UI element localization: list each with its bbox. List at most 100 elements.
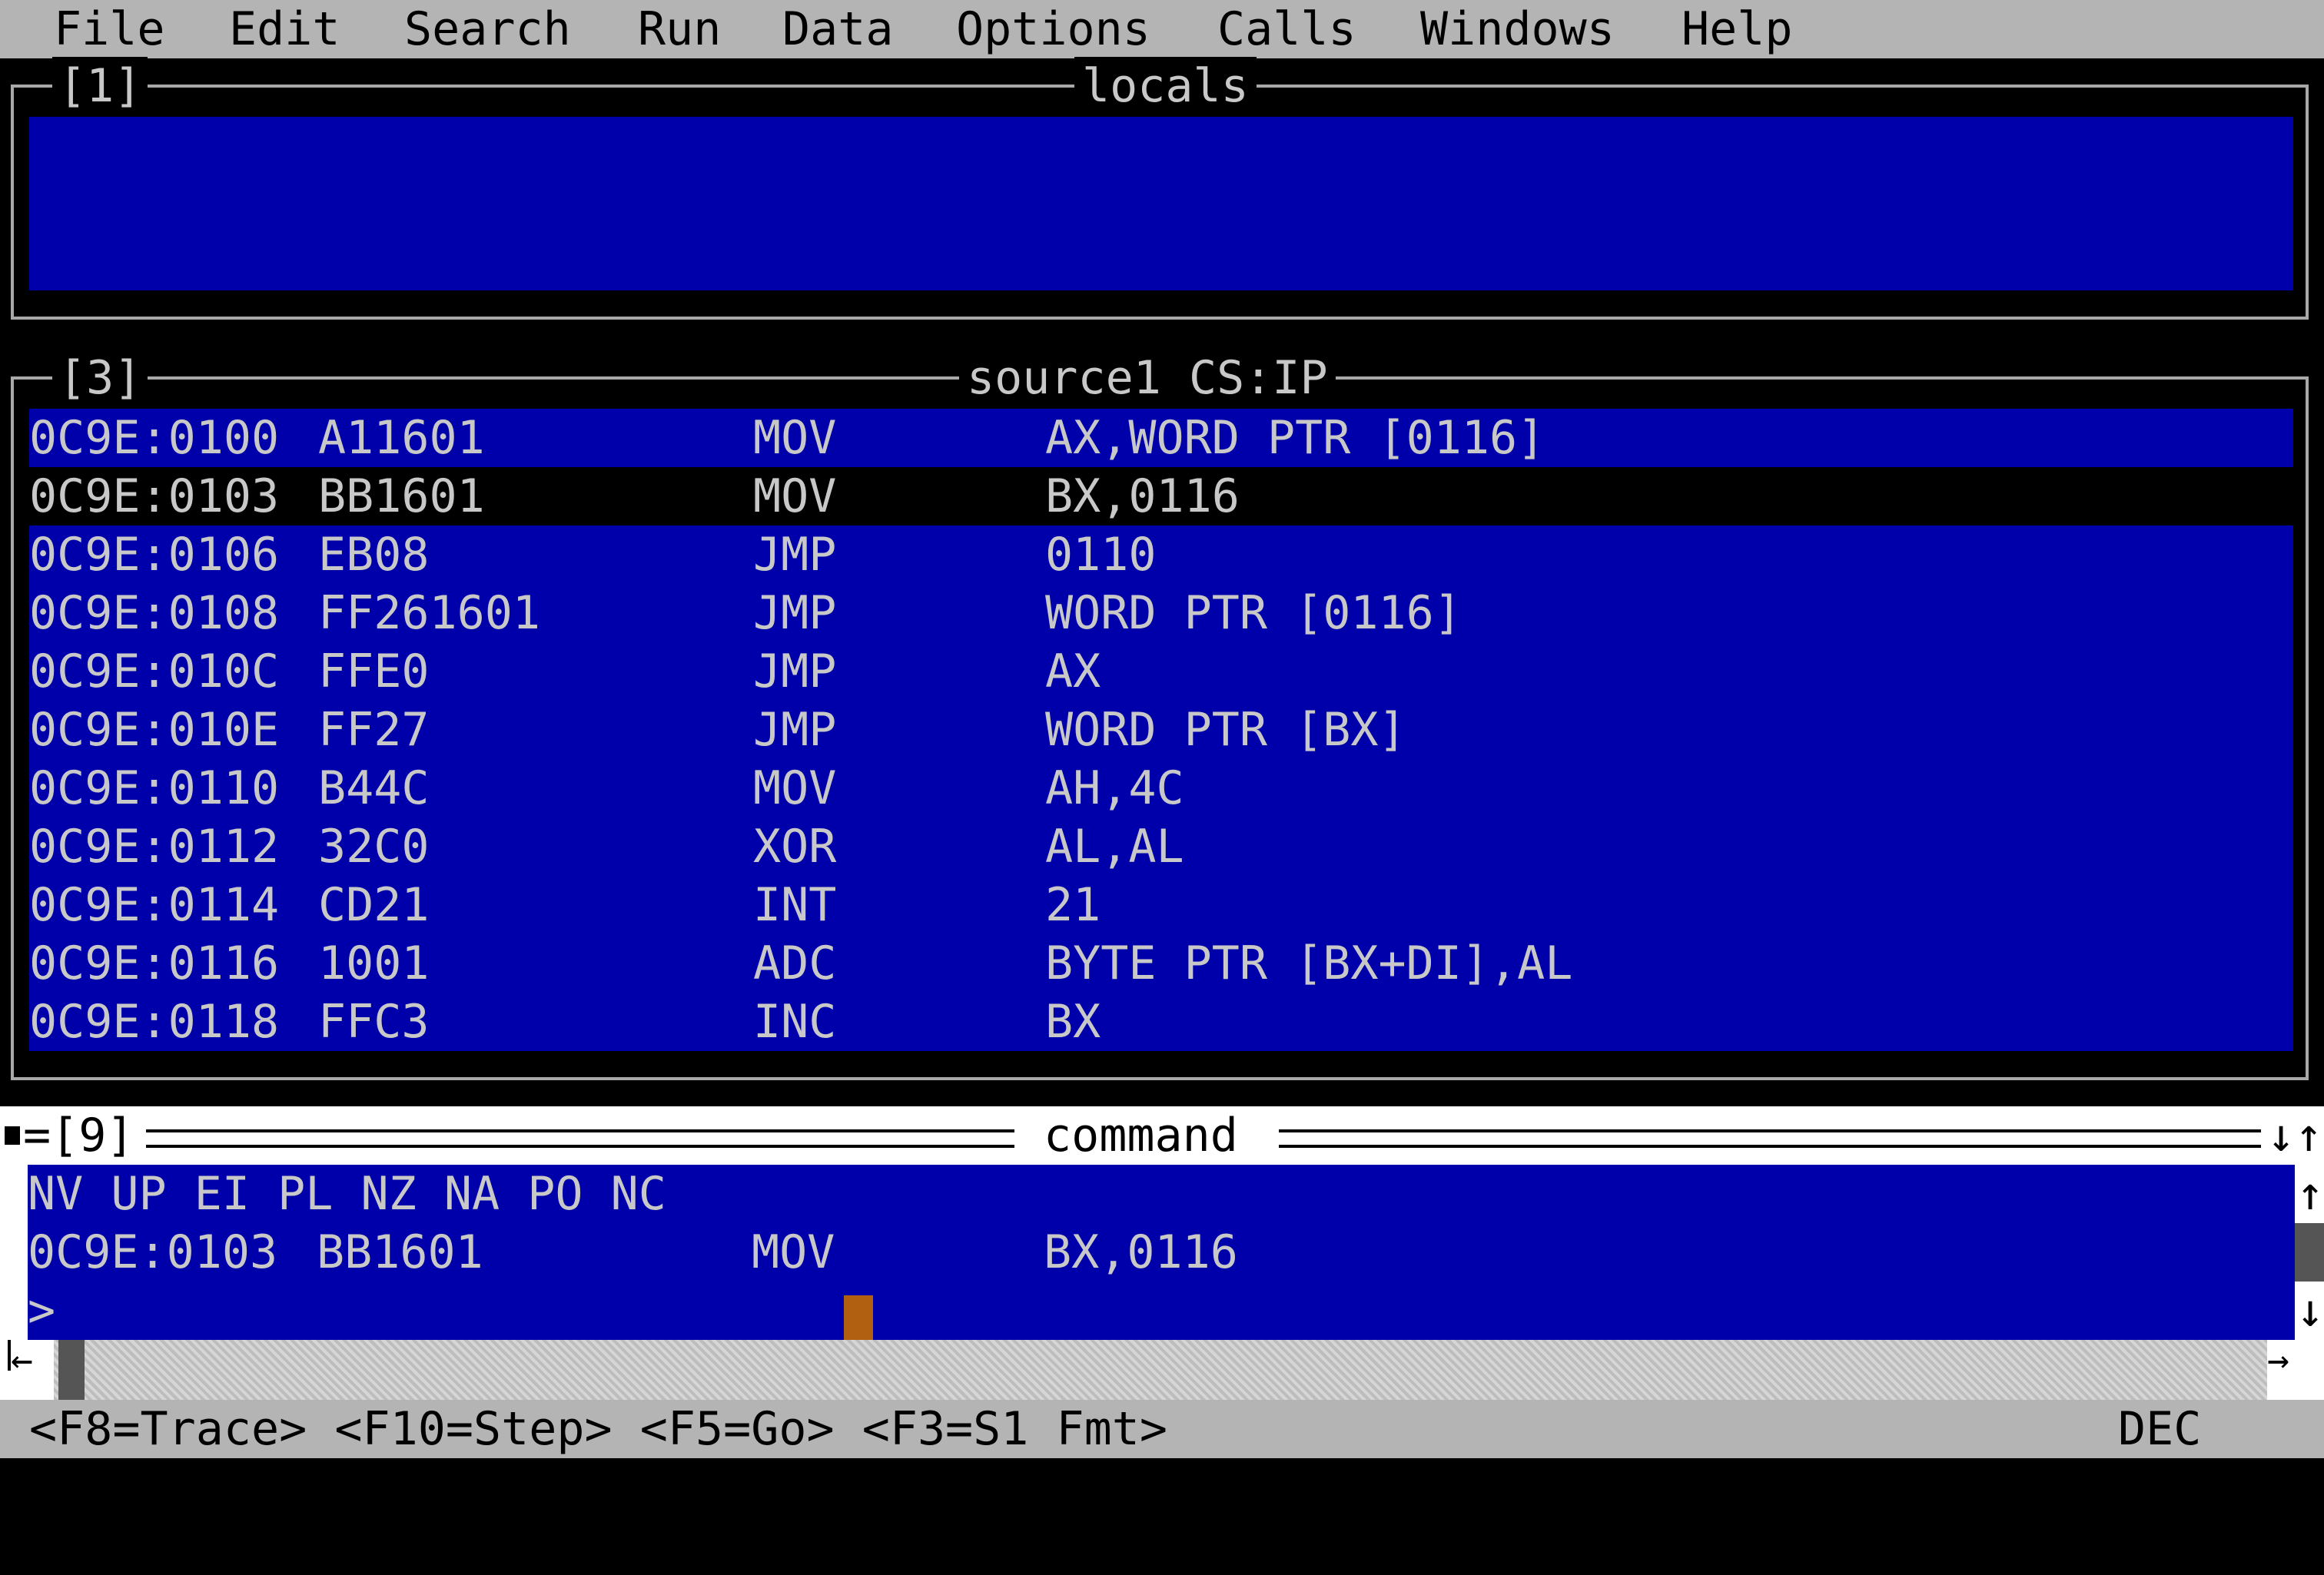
instruction-operands: AL,AL <box>1045 820 1184 874</box>
source-line[interactable]: 0C9E:0112 32C0 XOR AL,AL <box>29 817 2293 876</box>
instruction-address: 0C9E:0106 <box>29 528 280 582</box>
instruction-opcode: XOR <box>753 820 837 874</box>
instruction-opcode: JMP <box>753 703 837 757</box>
instruction-operands: BX <box>1045 995 1101 1049</box>
instruction-opcode: INC <box>753 995 837 1049</box>
instruction-bytes: FFC3 <box>318 995 430 1049</box>
instruction-address: 0C9E:0110 <box>29 761 280 815</box>
locals-window[interactable]: [1] locals <box>11 57 2309 320</box>
instruction-bytes: FFE0 <box>318 645 430 698</box>
command-title-bar: =[9] command ↓↑ <box>0 1106 2324 1165</box>
locals-content <box>29 117 2293 290</box>
source-line[interactable]: 0C9E:0114 CD21 INT 21 <box>29 876 2293 934</box>
source-line[interactable]: 0C9E:0118 FFC3 INC BX <box>29 993 2293 1051</box>
locals-window-title: locals <box>1074 57 1257 115</box>
source-line[interactable]: 0C9E:0106 EB08 JMP 0110 <box>29 526 2293 584</box>
instruction-operands: AX <box>1045 645 1101 698</box>
resize-icon[interactable] <box>5 1126 20 1145</box>
current-bytes: BB1601 <box>317 1225 483 1279</box>
menu-calls[interactable]: Calls <box>1217 0 1356 58</box>
instruction-address: 0C9E:0114 <box>29 878 280 932</box>
instruction-operands: BX,0116 <box>1045 469 1240 523</box>
instruction-address: 0C9E:010C <box>29 645 280 698</box>
instruction-address: 0C9E:0100 <box>29 411 280 465</box>
menu-help[interactable]: Help <box>1682 0 1793 58</box>
scroll-left-icon[interactable]: ← <box>11 1331 33 1389</box>
menu-file[interactable]: File <box>54 0 165 58</box>
instruction-operands: WORD PTR [BX] <box>1045 703 1406 757</box>
vertical-scroll-thumb[interactable] <box>2295 1223 2324 1282</box>
function-key-hints[interactable]: <F8=Trace> <F10=Step> <F5=Go> <F3=S1 Fmt… <box>29 1400 1167 1458</box>
title-rule-left <box>146 1129 1014 1148</box>
instruction-bytes: 1001 <box>318 937 430 990</box>
instruction-address: 0C9E:010E <box>29 703 280 757</box>
source-line[interactable]: 0C9E:010E FF27 JMP WORD PTR [BX] <box>29 701 2293 759</box>
command-window[interactable]: =[9] command ↓↑ NV UP EI PL NZ NA PO NC … <box>0 1106 2324 1400</box>
instruction-opcode: JMP <box>753 586 837 640</box>
current-operands: BX,0116 <box>1044 1225 1238 1279</box>
instruction-bytes: B44C <box>318 761 430 815</box>
menu-bar: File Edit Search Run Data Options Calls … <box>0 0 2324 58</box>
instruction-opcode: MOV <box>753 761 837 815</box>
instruction-operands: WORD PTR [0116] <box>1045 586 1462 640</box>
menu-options[interactable]: Options <box>956 0 1150 58</box>
menu-run[interactable]: Run <box>638 0 721 58</box>
instruction-operands: BYTE PTR [BX+DI],AL <box>1045 937 1573 990</box>
instruction-bytes: A11601 <box>318 411 485 465</box>
instruction-opcode: INT <box>753 878 837 932</box>
horizontal-scrollbar[interactable] <box>54 1340 2267 1400</box>
source-window-number: [3] <box>52 349 148 407</box>
source-window[interactable]: [3] source1 CS:IP 0C9E:0100 A11601 MOV AX,W… <box>11 349 2309 1080</box>
command-output: NV UP EI PL NZ NA PO NC 0C9E:0103 BB1601… <box>28 1165 2295 1340</box>
source-line-current[interactable]: 0C9E:0103 BB1601 MOV BX,0116 <box>29 467 2293 526</box>
instruction-opcode: JMP <box>753 645 837 698</box>
scroll-up-icon[interactable]: ↑ <box>2296 1165 2324 1223</box>
source-window-title: source1 CS:IP <box>959 349 1336 407</box>
source-listing: 0C9E:0100 A11601 MOV AX,WORD PTR [0116] 0C9E… <box>29 409 2293 1051</box>
instruction-address: 0C9E:0116 <box>29 937 280 990</box>
menu-search[interactable]: Search <box>404 0 571 58</box>
instruction-bytes: FF261601 <box>318 586 540 640</box>
instruction-operands: 21 <box>1045 878 1101 932</box>
instruction-bytes: CD21 <box>318 878 430 932</box>
source-line[interactable]: 0C9E:0108 FF261601 JMP WORD PTR [0116] <box>29 584 2293 642</box>
source-line[interactable]: 0C9E:0100 A11601 MOV AX,WORD PTR [0116] <box>29 409 2293 467</box>
menu-data[interactable]: Data <box>782 0 894 58</box>
menu-edit[interactable]: Edit <box>229 0 340 58</box>
current-opcode: MOV <box>752 1225 835 1279</box>
instruction-address: 0C9E:0118 <box>29 995 280 1049</box>
horizontal-scroll-thumb[interactable] <box>58 1340 85 1400</box>
title-rule-right <box>1279 1129 2261 1148</box>
instruction-address: 0C9E:0112 <box>29 820 280 874</box>
command-prompt-line[interactable]: > <box>28 1282 2295 1340</box>
command-window-number: =[9] <box>23 1109 134 1162</box>
command-window-title: command <box>1044 1109 1238 1162</box>
instruction-bytes: 32C0 <box>318 820 430 874</box>
instruction-opcode: JMP <box>753 528 837 582</box>
instruction-operands: 0110 <box>1045 528 1157 582</box>
command-current-line: 0C9E:0103 BB1601 MOV BX,0116 <box>28 1223 2295 1282</box>
flags-line: NV UP EI PL NZ NA PO NC <box>28 1167 666 1221</box>
instruction-bytes: EB08 <box>318 528 430 582</box>
status-bar: <F8=Trace> <F10=Step> <F5=Go> <F3=S1 Fmt… <box>0 1400 2324 1458</box>
instruction-opcode: MOV <box>753 469 837 523</box>
current-address: 0C9E:0103 <box>28 1225 278 1279</box>
source-line[interactable]: 0C9E:0116 1001 ADC BYTE PTR [BX+DI],AL <box>29 934 2293 993</box>
scroll-down-icon[interactable]: ↓ <box>2296 1282 2324 1340</box>
locals-window-number: [1] <box>52 57 148 115</box>
scroll-right-icon[interactable]: → <box>2267 1331 2289 1389</box>
instruction-bytes: BB1601 <box>318 469 485 523</box>
radix-mode: DEC <box>2118 1402 2202 1456</box>
menu-windows[interactable]: Windows <box>1420 0 1615 58</box>
instruction-address: 0C9E:0108 <box>29 586 280 640</box>
instruction-address: 0C9E:0103 <box>29 469 280 523</box>
maximize-icon[interactable]: ↓↑ <box>2267 1106 2322 1165</box>
source-line[interactable]: 0C9E:010C FFE0 JMP AX <box>29 642 2293 701</box>
source-line[interactable]: 0C9E:0110 B44C MOV AH,4C <box>29 759 2293 817</box>
instruction-operands: AX,WORD PTR [0116] <box>1045 411 1545 465</box>
vertical-scrollbar[interactable]: ↑ ↓ <box>2295 1165 2324 1340</box>
instruction-opcode: ADC <box>753 937 837 990</box>
instruction-opcode: MOV <box>753 411 837 465</box>
instruction-operands: AH,4C <box>1045 761 1184 815</box>
text-cursor <box>844 1295 873 1340</box>
